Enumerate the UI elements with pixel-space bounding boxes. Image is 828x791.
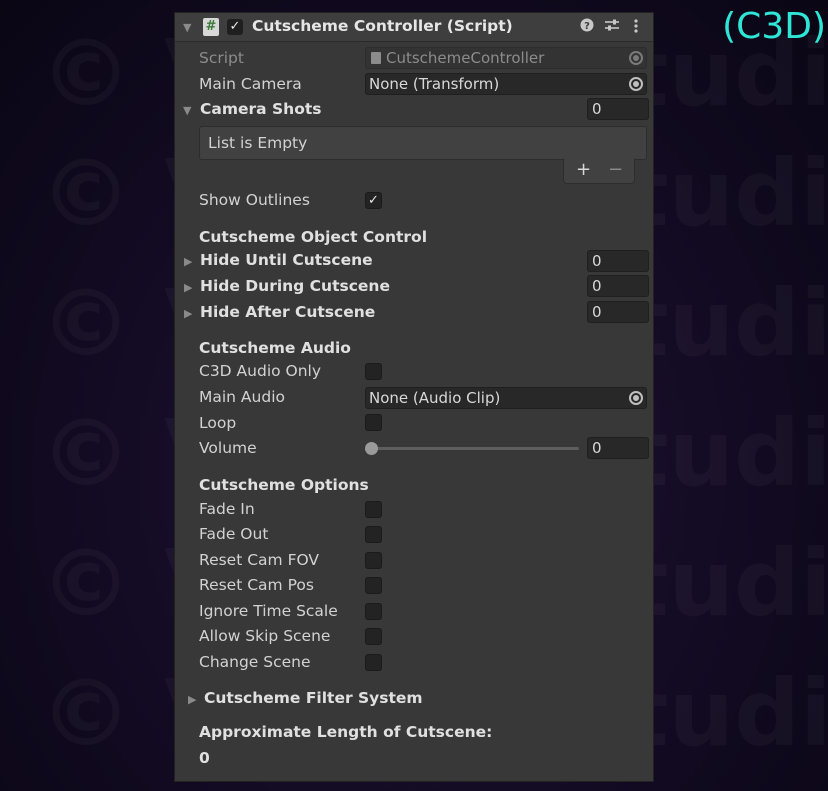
- allow-skip-scene-checkbox[interactable]: [365, 628, 382, 645]
- component-enabled-checkbox[interactable]: ✓: [227, 19, 243, 35]
- component-title: Cutscheme Controller (Script): [252, 17, 513, 35]
- script-asset-icon: [371, 52, 381, 64]
- hide-during-cutscene-count[interactable]: 0: [587, 275, 649, 297]
- length-label: Approximate Length of Cutscene:: [199, 723, 493, 741]
- preset-icon[interactable]: [604, 18, 620, 36]
- object-control-heading: Cutscheme Object Control: [199, 228, 428, 246]
- svg-text:?: ?: [584, 21, 590, 32]
- show-outlines-checkbox[interactable]: ✓: [365, 192, 382, 209]
- main-audio-field[interactable]: None (Audio Clip): [365, 387, 647, 409]
- kebab-menu-icon[interactable]: [633, 18, 639, 38]
- ignore-time-scale-label: Ignore Time Scale: [199, 602, 338, 620]
- hide-after-cutscene-count[interactable]: 0: [587, 301, 649, 323]
- main-camera-value: None (Transform): [369, 75, 500, 93]
- hide-until-cutscene-count[interactable]: 0: [587, 250, 649, 272]
- list-empty-text: List is Empty: [208, 134, 308, 152]
- loop-checkbox[interactable]: [365, 414, 382, 431]
- volume-slider-track[interactable]: [371, 447, 579, 450]
- corner-tag: (C3D): [722, 6, 826, 47]
- fade-in-label: Fade In: [199, 500, 255, 518]
- foldout-arrow-icon[interactable]: ▶: [184, 255, 192, 268]
- list-footer: + −: [563, 158, 635, 184]
- audio-heading: Cutscheme Audio: [199, 339, 351, 357]
- main-camera-field[interactable]: None (Transform): [365, 73, 647, 95]
- object-picker-icon[interactable]: [629, 77, 643, 91]
- main-camera-label: Main Camera: [199, 75, 302, 93]
- options-heading: Cutscheme Options: [199, 476, 369, 494]
- help-icon[interactable]: ?: [580, 18, 594, 36]
- camera-shots-list: List is Empty: [199, 126, 647, 160]
- fade-in-checkbox[interactable]: [365, 501, 382, 518]
- foldout-arrow-icon[interactable]: ▶: [184, 281, 192, 294]
- hide-after-cutscene-label[interactable]: Hide After Cutscene: [200, 303, 375, 321]
- foldout-arrow-icon[interactable]: ▼: [183, 104, 191, 117]
- ignore-time-scale-checkbox[interactable]: [365, 603, 382, 620]
- foldout-arrow-icon[interactable]: ▶: [188, 693, 196, 706]
- fade-out-checkbox[interactable]: [365, 526, 382, 543]
- camera-shots-count[interactable]: 0: [587, 98, 649, 120]
- script-label: Script: [199, 49, 244, 67]
- show-outlines-label: Show Outlines: [199, 191, 310, 209]
- add-element-button[interactable]: +: [576, 159, 591, 180]
- hide-until-cutscene-label[interactable]: Hide Until Cutscene: [200, 251, 373, 269]
- object-picker-icon: [629, 51, 643, 65]
- length-value: 0: [199, 749, 210, 767]
- c3d-audio-only-label: C3D Audio Only: [199, 362, 322, 380]
- script-field: CutschemeController: [365, 47, 647, 69]
- filter-system-label[interactable]: Cutscheme Filter System: [204, 689, 423, 707]
- c3d-audio-only-checkbox[interactable]: [365, 363, 382, 380]
- volume-value[interactable]: 0: [587, 437, 649, 459]
- reset-cam-fov-checkbox[interactable]: [365, 552, 382, 569]
- remove-element-button[interactable]: −: [608, 159, 623, 180]
- main-audio-label: Main Audio: [199, 388, 285, 406]
- volume-slider-thumb[interactable]: [365, 442, 378, 455]
- component-header[interactable]: ▼ # ✓ Cutscheme Controller (Script) ?: [175, 13, 653, 42]
- inspector-panel: ▼ # ✓ Cutscheme Controller (Script) ? Sc…: [174, 12, 654, 782]
- foldout-arrow-icon[interactable]: ▼: [183, 21, 191, 34]
- script-value: CutschemeController: [386, 49, 545, 67]
- volume-label: Volume: [199, 439, 257, 457]
- camera-shots-label[interactable]: Camera Shots: [200, 100, 321, 118]
- foldout-arrow-icon[interactable]: ▶: [184, 307, 192, 320]
- change-scene-checkbox[interactable]: [365, 654, 382, 671]
- script-file-icon: #: [203, 18, 219, 36]
- allow-skip-scene-label: Allow Skip Scene: [199, 627, 331, 645]
- loop-label: Loop: [199, 414, 237, 432]
- reset-cam-fov-label: Reset Cam FOV: [199, 551, 320, 569]
- reset-cam-pos-label: Reset Cam Pos: [199, 576, 314, 594]
- main-audio-value: None (Audio Clip): [369, 389, 501, 407]
- object-picker-icon[interactable]: [629, 391, 643, 405]
- fade-out-label: Fade Out: [199, 525, 269, 543]
- reset-cam-pos-checkbox[interactable]: [365, 577, 382, 594]
- change-scene-label: Change Scene: [199, 653, 311, 671]
- hide-during-cutscene-label[interactable]: Hide During Cutscene: [200, 277, 390, 295]
